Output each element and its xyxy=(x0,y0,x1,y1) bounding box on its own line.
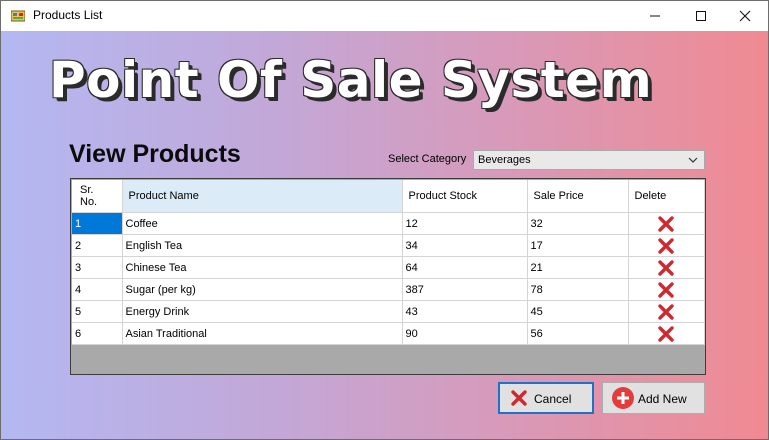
header-row: Sr. No. Product Name Product Stock Sale … xyxy=(72,180,705,213)
delete-x-icon[interactable] xyxy=(657,325,675,343)
delete-cell[interactable] xyxy=(628,212,705,235)
category-label: Select Category xyxy=(388,153,467,165)
cell-sr-no[interactable]: 6 xyxy=(72,322,123,345)
maximize-button[interactable] xyxy=(678,1,724,31)
form-client-area: Point Of Sale System View Products Selec… xyxy=(1,31,768,439)
cell-product-name[interactable]: Coffee xyxy=(122,212,403,235)
delete-x-icon[interactable] xyxy=(657,237,675,255)
delete-cell[interactable] xyxy=(628,322,705,345)
products-grid[interactable]: Sr. No. Product Name Product Stock Sale … xyxy=(70,178,706,375)
column-header-label: Sr. No. xyxy=(80,184,98,208)
column-header-product-name[interactable]: Product Name xyxy=(122,180,403,213)
cell-sr-no[interactable]: 4 xyxy=(72,278,123,301)
add-new-button-label: Add New xyxy=(638,392,687,406)
cell-sale-price[interactable]: 78 xyxy=(527,278,629,301)
cell-product-name[interactable]: English Tea xyxy=(122,234,403,257)
column-header-label: Product Name xyxy=(128,190,199,202)
cell-sr-no[interactable]: 2 xyxy=(72,234,123,257)
table-row[interactable]: 3 Chinese Tea 64 21 xyxy=(72,256,705,279)
column-header-label: Product Stock xyxy=(408,190,477,202)
cell-sale-price[interactable]: 32 xyxy=(527,212,629,235)
delete-cell[interactable] xyxy=(628,234,705,257)
cell-product-stock[interactable]: 43 xyxy=(402,300,528,323)
cell-product-stock[interactable]: 12 xyxy=(402,212,528,235)
cell-product-name[interactable]: Energy Drink xyxy=(122,300,403,323)
delete-cell[interactable] xyxy=(628,300,705,323)
app-icon xyxy=(11,10,25,22)
column-header-product-stock[interactable]: Product Stock xyxy=(402,180,528,213)
delete-x-icon[interactable] xyxy=(657,259,675,277)
cell-product-name[interactable]: Asian Traditional xyxy=(122,322,403,345)
delete-x-icon[interactable] xyxy=(657,281,675,299)
cell-sr-no[interactable]: 5 xyxy=(72,300,123,323)
chevron-down-icon xyxy=(688,157,698,163)
column-header-sr-no[interactable]: Sr. No. xyxy=(72,180,123,213)
column-header-label: Delete xyxy=(634,190,667,202)
column-header-delete[interactable]: Delete xyxy=(628,180,705,213)
cancel-button-label: Cancel xyxy=(534,392,572,406)
cell-product-name[interactable]: Chinese Tea xyxy=(122,256,403,279)
cell-product-stock[interactable]: 64 xyxy=(402,256,528,279)
minimize-button[interactable] xyxy=(632,1,678,31)
table-row[interactable]: 1 Coffee 12 32 xyxy=(72,212,705,235)
delete-x-icon[interactable] xyxy=(657,215,675,233)
cell-sale-price[interactable]: 56 xyxy=(527,322,629,345)
cell-product-name[interactable]: Sugar (per kg) xyxy=(122,278,403,301)
cancel-x-icon xyxy=(511,390,527,406)
column-header-sale-price[interactable]: Sale Price xyxy=(527,180,629,213)
cell-sr-no[interactable]: 3 xyxy=(72,256,123,279)
close-button[interactable] xyxy=(722,1,768,31)
close-icon xyxy=(739,10,751,22)
cell-sale-price[interactable]: 21 xyxy=(527,256,629,279)
page-heading: View Products xyxy=(69,140,241,168)
minimize-icon xyxy=(650,15,660,17)
cell-sr-no[interactable]: 1 xyxy=(72,212,123,235)
category-selected-value: Beverages xyxy=(478,154,531,166)
maximize-icon xyxy=(696,11,706,21)
table-row[interactable]: 4 Sugar (per kg) 387 78 xyxy=(72,278,705,301)
products-table: Sr. No. Product Name Product Stock Sale … xyxy=(72,180,705,345)
table-row[interactable]: 5 Energy Drink 43 45 xyxy=(72,300,705,323)
column-header-label: Sale Price xyxy=(533,190,584,202)
delete-x-icon[interactable] xyxy=(657,303,675,321)
delete-cell[interactable] xyxy=(628,278,705,301)
banner-title: Point Of Sale System xyxy=(49,51,653,109)
window-title: Products List xyxy=(33,8,103,22)
products-list-window: Products List Point Of Sale System View … xyxy=(0,0,769,440)
cell-product-stock[interactable]: 387 xyxy=(402,278,528,301)
add-circle-icon xyxy=(612,387,634,409)
title-bar: Products List xyxy=(1,1,768,31)
cell-sale-price[interactable]: 17 xyxy=(527,234,629,257)
delete-cell[interactable] xyxy=(628,256,705,279)
cell-sale-price[interactable]: 45 xyxy=(527,300,629,323)
table-row[interactable]: 6 Asian Traditional 90 56 xyxy=(72,322,705,345)
add-new-button[interactable]: Add New xyxy=(602,382,705,414)
cell-product-stock[interactable]: 34 xyxy=(402,234,528,257)
category-select[interactable]: Beverages xyxy=(473,150,705,170)
table-row[interactable]: 2 English Tea 34 17 xyxy=(72,234,705,257)
cell-product-stock[interactable]: 90 xyxy=(402,322,528,345)
cancel-button[interactable]: Cancel xyxy=(498,382,594,414)
